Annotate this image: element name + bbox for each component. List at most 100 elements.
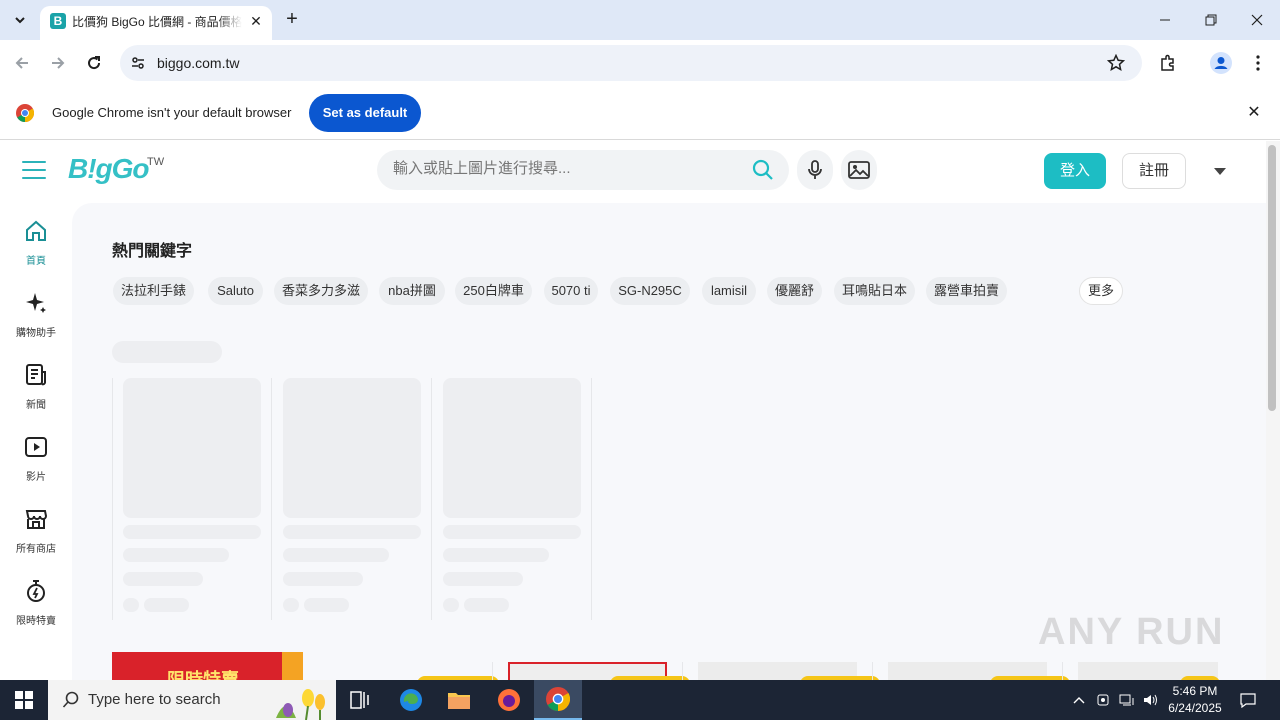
biggo-page: B!gGo TW 登入 註冊 首頁 購物助手 新聞 影片 所有商店 限時特賣 熱… [0, 141, 1280, 680]
keyword-chip[interactable]: lamisil [702, 277, 756, 305]
taskbar-firefox[interactable] [485, 680, 533, 720]
logo-region-label: TW [147, 156, 165, 168]
tab-title: 比價狗 BigGo 比價網 - 商品價格 [72, 15, 242, 29]
skeleton-card [112, 378, 272, 620]
sidebar-item-label: 限時特賣 [16, 616, 56, 627]
tray-network-icon[interactable] [1116, 680, 1138, 720]
keyword-chip[interactable]: nba拼圖 [379, 277, 445, 305]
back-button[interactable] [9, 50, 35, 76]
url-text: biggo.com.tw [157, 55, 240, 71]
taskbar-clock[interactable]: 5:46 PM 6/24/2025 [1160, 683, 1230, 717]
windows-taskbar: Type here to search 5:46 PM 6/24/2025 [0, 680, 1280, 721]
minimize-button[interactable] [1142, 0, 1188, 40]
sidebar-item-shopping-assistant[interactable]: 購物助手 [8, 291, 64, 347]
extensions-button[interactable] [1155, 50, 1181, 76]
arrow-left-icon [15, 57, 28, 69]
restore-button[interactable] [1188, 0, 1234, 40]
taskbar-search-text: Type here to search [88, 691, 221, 708]
bookmark-star-icon[interactable] [1106, 53, 1126, 73]
tray-device-icon[interactable] [1092, 680, 1114, 720]
register-button[interactable]: 註冊 [1122, 153, 1186, 189]
taskbar-edge[interactable] [387, 680, 435, 720]
edge-icon [400, 689, 422, 711]
biggo-logo[interactable]: B!gGo [68, 153, 150, 185]
sidebar-item-flash-sale[interactable]: 限時特賣 [8, 579, 64, 635]
close-window-button[interactable] [1234, 0, 1280, 40]
sidebar-item-label: 影片 [26, 472, 46, 483]
infobar-close-icon[interactable]: ✕ [1244, 103, 1264, 123]
sidebar-item-video[interactable]: 影片 [8, 435, 64, 491]
task-view-button[interactable] [336, 680, 384, 720]
chrome-menu-button[interactable] [1245, 50, 1271, 76]
keyword-chip[interactable]: 法拉利手錶 [113, 277, 194, 305]
scrollbar-thumb[interactable] [1268, 145, 1276, 411]
sidebar-item-label: 新聞 [26, 400, 46, 411]
sidebar-item-news[interactable]: 新聞 [8, 363, 64, 419]
banner-text: 限時特賣 [167, 670, 239, 680]
sidebar-item-label: 購物助手 [16, 328, 56, 339]
usb-device-icon [1097, 694, 1109, 706]
sidebar-item-home[interactable]: 首頁 [8, 219, 64, 275]
voice-search-button[interactable] [797, 150, 833, 190]
tab-strip: B 比價狗 BigGo 比價網 - 商品價格 ✕ + [0, 0, 1280, 40]
anyrun-watermark: ANY RUN [1038, 611, 1225, 653]
show-hidden-icons[interactable] [1068, 680, 1090, 720]
more-keywords-button[interactable]: 更多 [1079, 277, 1123, 305]
folder-icon [448, 693, 470, 709]
site-info-icon[interactable] [128, 53, 148, 73]
image-search-button[interactable] [841, 150, 877, 190]
search-input[interactable] [393, 160, 733, 177]
login-button[interactable]: 登入 [1044, 153, 1106, 189]
tab-search-button[interactable] [8, 8, 32, 32]
reload-button[interactable] [81, 50, 107, 76]
keyword-chip[interactable]: 香菜多力多滋 [274, 277, 368, 305]
profile-button[interactable] [1208, 50, 1234, 76]
image-icon [848, 161, 870, 179]
caret-down-icon[interactable] [1210, 163, 1230, 179]
keyword-chip[interactable]: 優麗舒 [767, 277, 822, 305]
hamburger-menu-icon[interactable] [22, 161, 46, 181]
new-tab-button[interactable]: + [280, 8, 304, 32]
network-icon [1119, 694, 1134, 706]
set-as-default-button[interactable]: Set as default [309, 94, 421, 132]
browser-toolbar: biggo.com.tw [0, 40, 1280, 86]
tray-volume-icon[interactable] [1140, 680, 1162, 720]
clock-date: 6/24/2025 [1168, 701, 1222, 715]
keyword-chip[interactable]: 5070 ti [544, 277, 598, 305]
tab-close-icon[interactable]: ✕ [246, 11, 266, 31]
video-icon [25, 437, 47, 457]
forward-button[interactable] [45, 50, 71, 76]
sidebar-item-stores[interactable]: 所有商店 [8, 507, 64, 563]
start-button[interactable] [0, 680, 48, 720]
notifications-button[interactable] [1232, 680, 1264, 720]
taskbar-search-box[interactable]: Type here to search [48, 680, 336, 721]
main-content: 熱門關鍵字 法拉利手錶 Saluto 香菜多力多滋 nba拼圖 250白牌車 5… [72, 203, 1266, 680]
search-box [377, 150, 789, 190]
taskbar-chrome[interactable] [534, 680, 582, 720]
keyword-chip[interactable]: Saluto [208, 277, 263, 305]
keyword-chip[interactable]: 露營車拍賣 [926, 277, 1007, 305]
keyword-chip[interactable]: 250白牌車 [455, 277, 532, 305]
keyword-chip[interactable]: SG-N295C [610, 277, 690, 305]
chevron-down-icon [15, 17, 25, 24]
skeleton-heading [112, 341, 222, 363]
address-bar[interactable]: biggo.com.tw [120, 45, 1142, 81]
microphone-icon [808, 160, 822, 179]
search-icon[interactable] [751, 158, 775, 182]
sidebar-item-label: 首頁 [26, 256, 46, 267]
search-icon [62, 691, 79, 708]
flash-sale-banner[interactable]: 限時特賣 [112, 652, 303, 680]
skeleton-card [432, 378, 592, 620]
skeleton-card [272, 378, 432, 620]
sidebar-item-label: 所有商店 [16, 544, 56, 555]
close-icon [1251, 14, 1263, 26]
active-tab[interactable]: B 比價狗 BigGo 比價網 - 商品價格 ✕ [40, 6, 272, 40]
taskbar-file-explorer[interactable] [435, 680, 483, 720]
kebab-menu-icon [1256, 55, 1260, 71]
windows-logo-icon [15, 691, 33, 709]
restore-icon [1205, 14, 1217, 26]
default-browser-infobar: Google Chrome isn't your default browser… [0, 86, 1280, 140]
tulip-decoration [266, 684, 332, 721]
keyword-chip[interactable]: 耳鳴貼日本 [834, 277, 915, 305]
clock-time: 5:46 PM [1172, 684, 1218, 698]
